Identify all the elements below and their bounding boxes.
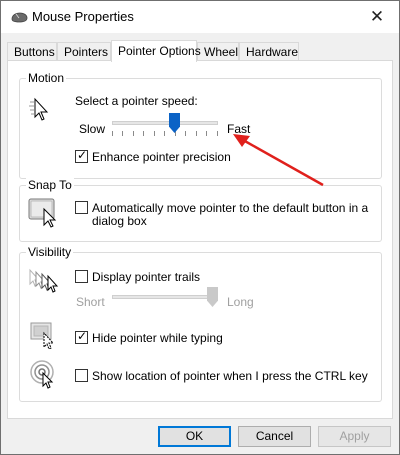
slow-label: Slow xyxy=(79,122,106,136)
motion-legend: Motion xyxy=(26,71,67,85)
snap-to-legend: Snap To xyxy=(26,178,74,192)
motion-group: Motion Select a pointer speed: Slow Fast xyxy=(19,71,382,179)
annotation-arrow-icon xyxy=(229,131,327,189)
long-label: Long xyxy=(227,295,254,309)
hide-while-typing-checkbox[interactable]: ✓ xyxy=(75,329,88,344)
pointer-speed-label: Select a pointer speed: xyxy=(75,94,198,108)
pointer-options-panel: Motion Select a pointer speed: Slow Fast xyxy=(7,60,393,419)
pointer-trails-icon xyxy=(28,267,62,295)
snap-to-label-line2: dialog box xyxy=(92,214,147,228)
trail-length-thumb[interactable] xyxy=(207,287,218,307)
checkmark-icon: ✓ xyxy=(77,329,88,343)
tick-mark xyxy=(164,131,165,136)
tab-strip: Buttons Pointers Pointer Options Wheel H… xyxy=(7,40,393,62)
enhance-precision-label: Enhance pointer precision xyxy=(92,150,231,164)
snap-to-label-line1: Automatically move pointer to the defaul… xyxy=(92,201,369,215)
snap-to-group: Snap To Automatically move pointer to th… xyxy=(19,178,382,242)
show-location-icon xyxy=(29,359,59,389)
snap-to-checkbox[interactable] xyxy=(75,201,88,214)
tab-wheel[interactable]: Wheel xyxy=(197,42,239,61)
pointer-trails-label: Display pointer trails xyxy=(92,270,201,284)
trail-length-slider[interactable] xyxy=(112,287,218,313)
pointer-speed-thumb[interactable] xyxy=(169,113,180,133)
close-button[interactable]: ✕ xyxy=(355,1,399,33)
enhance-precision-checkbox[interactable]: ✓ xyxy=(75,148,88,163)
title-bar: Mouse Properties ✕ xyxy=(1,1,399,33)
tick-mark xyxy=(196,131,197,136)
tab-pointers[interactable]: Pointers xyxy=(57,42,111,61)
tick-mark xyxy=(143,131,144,136)
ok-button[interactable]: OK xyxy=(158,426,231,447)
pointer-speed-icon xyxy=(28,97,50,123)
cancel-button[interactable]: Cancel xyxy=(238,426,311,447)
show-location-checkbox[interactable] xyxy=(75,369,88,382)
visibility-legend: Visibility xyxy=(26,245,74,259)
pointer-speed-track xyxy=(112,121,218,125)
trail-length-track xyxy=(112,295,218,299)
tick-mark xyxy=(217,131,218,136)
tick-mark xyxy=(154,131,155,136)
tick-mark xyxy=(112,131,113,136)
visibility-group: Visibility Display pointer trails Short … xyxy=(19,245,382,402)
window-title: Mouse Properties xyxy=(32,9,134,24)
close-icon: ✕ xyxy=(369,7,385,26)
tick-mark xyxy=(122,131,123,136)
pointer-trails-checkbox[interactable] xyxy=(75,270,88,283)
show-location-label: Show location of pointer when I press th… xyxy=(92,369,368,383)
mouse-icon xyxy=(10,10,28,24)
tab-pointer-options[interactable]: Pointer Options xyxy=(111,40,201,62)
short-label: Short xyxy=(76,295,105,309)
hide-while-typing-icon xyxy=(30,321,60,349)
tab-hardware[interactable]: Hardware xyxy=(239,42,299,61)
tick-mark xyxy=(206,131,207,136)
snap-to-button-icon xyxy=(28,197,60,229)
apply-button[interactable]: Apply xyxy=(318,426,391,447)
pointer-speed-slider[interactable] xyxy=(112,113,218,141)
tick-mark xyxy=(133,131,134,136)
tick-mark xyxy=(185,131,186,136)
hide-while-typing-label: Hide pointer while typing xyxy=(92,331,223,345)
mouse-properties-dialog: Mouse Properties ✕ Buttons Pointers Poin… xyxy=(0,0,400,455)
tab-buttons[interactable]: Buttons xyxy=(7,42,57,61)
checkmark-icon: ✓ xyxy=(77,148,88,162)
